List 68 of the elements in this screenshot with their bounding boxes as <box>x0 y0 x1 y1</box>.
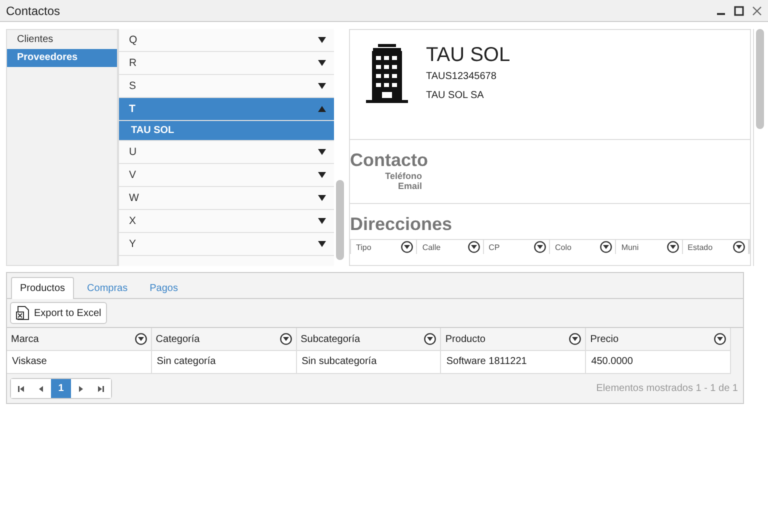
group-header[interactable]: Y <box>119 233 334 256</box>
first-page-icon <box>17 384 25 392</box>
caret-icon <box>318 195 326 201</box>
group-header[interactable]: X <box>119 210 334 233</box>
column-header[interactable]: Calle <box>417 240 484 254</box>
section-heading: Contacto <box>350 150 429 171</box>
group-header[interactable]: T <box>119 98 334 121</box>
group-header[interactable]: R <box>119 52 334 75</box>
filter-icon[interactable] <box>134 333 147 345</box>
table-cell: Software 1811221 <box>441 351 586 374</box>
pager-summary: Elementos mostrados 1 - 1 de 1 <box>596 383 738 394</box>
filter-icon[interactable] <box>569 333 582 345</box>
column-header[interactable]: Estado <box>682 240 749 254</box>
contact-name: TAU SOL <box>426 44 510 67</box>
column-header[interactable]: Subcategoría <box>296 328 442 351</box>
group-header[interactable]: V <box>119 164 334 187</box>
last-page-icon <box>97 384 105 392</box>
contact-code: TAUS12345678 <box>426 71 498 82</box>
column-header[interactable]: Producto <box>441 328 586 351</box>
filter-icon[interactable] <box>714 333 726 345</box>
column-header[interactable]: Marca <box>7 328 152 351</box>
caret-icon <box>318 106 326 112</box>
filter-icon[interactable] <box>401 241 414 253</box>
legal-name: TAU SOL SA <box>426 90 485 101</box>
column-header[interactable]: Muni <box>616 240 683 254</box>
column-header[interactable]: Precio <box>586 328 731 351</box>
sidebar-item[interactable]: Proveedores <box>7 49 117 67</box>
field-label: Email <box>398 181 422 191</box>
field-label: Teléfono <box>385 171 422 181</box>
group-header[interactable]: Q <box>119 29 334 52</box>
filter-icon[interactable] <box>600 241 612 253</box>
filter-icon[interactable] <box>280 333 292 345</box>
maximize-icon[interactable] <box>734 6 744 16</box>
table-cell: Sin categoría <box>152 351 297 374</box>
filter-icon[interactable] <box>424 333 436 345</box>
close-icon[interactable] <box>752 6 762 16</box>
previous-page-icon <box>37 384 45 392</box>
excel-file-icon <box>16 306 29 320</box>
caret-icon <box>318 218 326 224</box>
section-heading: Direcciones <box>350 214 454 235</box>
filter-icon[interactable] <box>732 241 745 253</box>
group-header[interactable]: W <box>119 187 334 210</box>
caret-icon <box>318 37 326 43</box>
table-cell: 450.0000 <box>586 351 731 374</box>
sidebar-item[interactable]: Clientes <box>7 31 117 49</box>
scrollbar[interactable] <box>753 29 764 266</box>
table-cell: Sin subcategoría <box>296 351 442 374</box>
caret-icon <box>318 60 326 66</box>
group-header[interactable]: U <box>119 141 334 164</box>
table-cell: Viskase <box>7 351 152 374</box>
filter-icon[interactable] <box>534 241 546 253</box>
page-button[interactable]: 1 <box>51 379 71 398</box>
filter-icon[interactable] <box>666 241 679 253</box>
column-header[interactable]: Colo <box>550 240 616 254</box>
window-title: Contactos <box>6 4 60 18</box>
caret-icon <box>318 83 326 89</box>
filter-icon[interactable] <box>468 241 480 253</box>
caret-icon <box>318 241 326 247</box>
caret-icon <box>318 149 326 155</box>
column-header[interactable]: CP <box>484 240 550 254</box>
export-button[interactable]: Export to Excel <box>10 302 108 324</box>
tab[interactable]: Productos <box>11 277 74 299</box>
list-item[interactable]: TAU SOL <box>119 121 334 141</box>
building-icon <box>366 44 408 104</box>
column-header[interactable]: Tipo <box>351 240 418 254</box>
caret-icon <box>318 172 326 178</box>
column-header[interactable]: Categoría <box>152 328 297 351</box>
next-page-icon <box>77 384 85 392</box>
